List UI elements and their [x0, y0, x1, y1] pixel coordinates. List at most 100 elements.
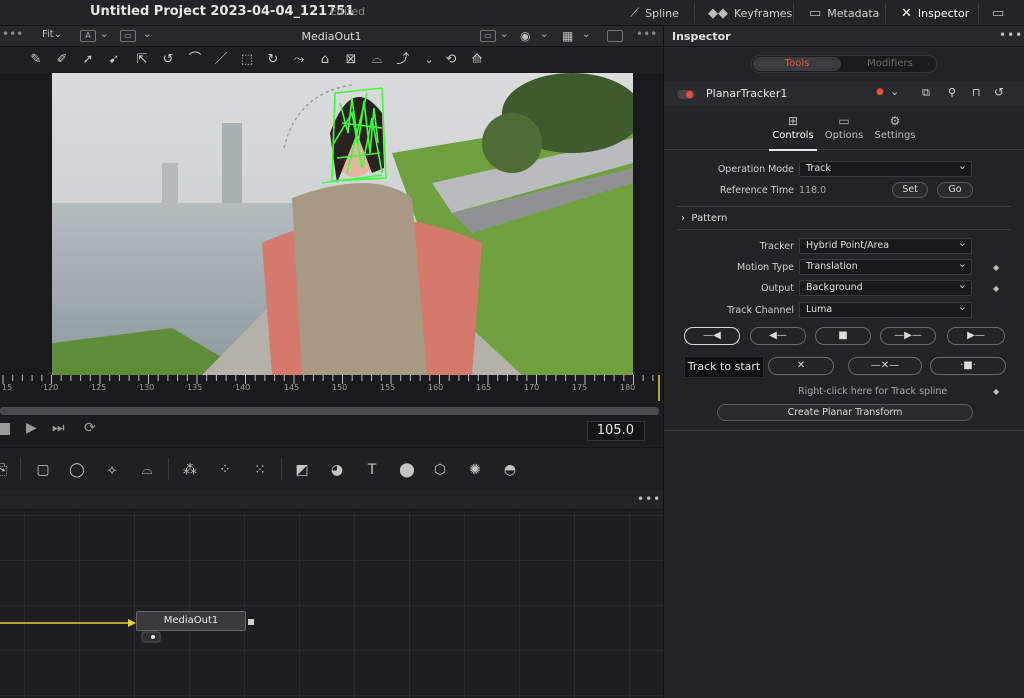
camera3d-icon[interactable]: ⬡	[430, 460, 450, 480]
pattern-section[interactable]: › Pattern	[681, 213, 727, 224]
add-point-icon[interactable]: ✎	[27, 51, 45, 69]
shape-icon[interactable]: ⌓	[368, 51, 386, 69]
delete-forward-button[interactable]: ·■·	[930, 357, 1006, 375]
lock-select-icon[interactable]: ⇱	[133, 51, 151, 69]
fast-forward-icon[interactable]: ⏭	[52, 420, 65, 436]
track-to-start-button[interactable]: —◀	[684, 327, 740, 345]
delete-point-icon[interactable]: ⊠	[342, 51, 360, 69]
track-backward-button[interactable]: ◀—	[750, 327, 806, 345]
particle-merge-icon[interactable]: ⁙	[250, 460, 270, 480]
delete-backward-button[interactable]: —✕—	[848, 357, 922, 375]
transform-icon[interactable]: ⌂	[316, 51, 334, 69]
particle-render-icon[interactable]: ⁘	[215, 460, 235, 480]
stop-tracking-button[interactable]: ■	[815, 327, 871, 345]
modifiers-tab[interactable]: Modifiers	[846, 57, 934, 71]
inspector-options-icon[interactable]: •••	[999, 28, 1023, 42]
versions-icon[interactable]: ⧉	[922, 86, 930, 100]
operation-mode-dropdown[interactable]: Track	[799, 159, 972, 177]
polygon-mask-icon[interactable]: ⟡	[102, 460, 122, 480]
chevron-down-icon[interactable]: ⌄	[420, 51, 438, 69]
timecode-display[interactable]: 105.0	[587, 421, 645, 441]
spline-button[interactable]: ⟋ Spline	[622, 0, 687, 26]
keyframes-button[interactable]: ◆◆ Keyframes	[700, 0, 800, 26]
track-channel-dropdown[interactable]: Luma	[799, 300, 972, 318]
chevron-down-icon[interactable]: ⌄	[890, 85, 899, 98]
bezier-icon[interactable]: ⤳	[290, 51, 308, 69]
node-editor[interactable]: MediaOut1	[0, 511, 663, 698]
chevron-down-icon[interactable]: ⌄	[540, 29, 548, 40]
inspector-button[interactable]: ✕ Inspector	[893, 0, 977, 26]
node-options-icon[interactable]: •••	[637, 492, 661, 506]
monitor-button[interactable]: ▭	[984, 0, 1012, 26]
go-button[interactable]: Go	[937, 182, 973, 198]
mediaout-node[interactable]: MediaOut1	[136, 611, 246, 631]
color-icon[interactable]: ◉	[520, 29, 530, 43]
keyframe-diamond-icon[interactable]: ◆	[993, 263, 999, 272]
set-button[interactable]: Set	[892, 182, 928, 198]
chevron-down-icon[interactable]: ⌄	[582, 29, 590, 40]
rotate-icon[interactable]: ↻	[264, 51, 282, 69]
smooth-icon[interactable]: ⌒	[186, 51, 204, 69]
tab-settings[interactable]: ⚙ Settings	[867, 112, 923, 141]
chevron-down-icon[interactable]: ⌄	[500, 29, 508, 40]
pin-icon[interactable]: ⟰	[468, 51, 486, 69]
inspector-icon: ✕	[901, 5, 912, 21]
metadata-icon: ▭	[809, 5, 822, 21]
track-forward-button[interactable]: —▶—	[880, 327, 936, 345]
keyframe-diamond-icon[interactable]: ◆	[993, 387, 999, 396]
tool-enable-toggle[interactable]	[677, 90, 695, 99]
spline-note[interactable]: Right-click here for Track spline	[798, 386, 947, 397]
viewer-canvas[interactable]	[0, 73, 663, 375]
metadata-label: Metadata	[827, 6, 880, 20]
partial-tool-icon[interactable]: ⎘	[0, 460, 12, 480]
loop-icon[interactable]: ⟳	[84, 420, 96, 436]
ruler-tick-label: 180	[620, 383, 636, 392]
stop-icon[interactable]	[0, 423, 10, 435]
track-to-end-button[interactable]: ▶—	[947, 327, 1005, 345]
tracker-dropdown[interactable]: Hybrid Point/Area	[799, 236, 972, 254]
tools-tab[interactable]: Tools	[753, 57, 841, 71]
close-shape-icon[interactable]: ↺	[159, 51, 177, 69]
delete-track-button[interactable]: ✕	[768, 357, 834, 375]
lock-icon[interactable]: ⊓	[972, 86, 981, 99]
output-dropdown[interactable]: Background	[799, 278, 972, 296]
image-plane-icon[interactable]: ◩	[292, 460, 312, 480]
shape3d-icon[interactable]: ◕	[327, 460, 347, 480]
select-icon[interactable]: ➚	[79, 51, 97, 69]
keyframe-diamond-icon[interactable]: ◆	[993, 284, 999, 293]
motion-type-dropdown[interactable]: Translation	[799, 257, 972, 275]
reduce-icon[interactable]: ⤴	[394, 51, 412, 69]
controls-icon: ⊞	[787, 114, 799, 128]
linear-icon[interactable]: ／	[212, 51, 230, 69]
tab-controls[interactable]: ⊞ Controls	[765, 112, 821, 151]
spotlight-icon[interactable]: ✺	[465, 460, 485, 480]
merge3d-icon[interactable]: ⬤	[397, 460, 417, 480]
time-ruler[interactable]: 15 120 125 130 135 140 145 150 155 160 1…	[0, 375, 663, 401]
ruler-tick-label: 140	[235, 383, 251, 392]
tab-options[interactable]: ▭ Options	[816, 112, 872, 141]
reset-icon[interactable]: ↺	[994, 85, 1004, 99]
particle-emitter-icon[interactable]: ⁂	[180, 460, 200, 480]
play-icon[interactable]: ▶	[26, 420, 37, 436]
bbox-icon[interactable]: ⬚	[238, 51, 256, 69]
rectangle-mask-icon[interactable]: ▢	[33, 460, 53, 480]
reference-time-value[interactable]: 118.0	[799, 185, 826, 196]
metadata-button[interactable]: ▭ Metadata	[801, 0, 887, 26]
pen-icon[interactable]: ✐	[53, 51, 71, 69]
viewer-more-icon[interactable]: •••	[636, 27, 657, 41]
color-dot-icon[interactable]: ●	[876, 87, 884, 97]
pin-icon[interactable]: ⚲	[948, 86, 956, 99]
lut-icon[interactable]: ▭	[480, 30, 496, 42]
grid-icon[interactable]: ▦	[562, 29, 573, 43]
ruler-tick-label: 125	[91, 383, 107, 392]
text3d-icon[interactable]: T	[362, 460, 382, 480]
create-planar-transform-button[interactable]: Create Planar Transform	[717, 404, 973, 421]
ellipse-mask-icon[interactable]: ◯	[67, 460, 87, 480]
renderer3d-icon[interactable]: ◓	[500, 460, 520, 480]
bspline-mask-icon[interactable]: ⌓	[137, 460, 157, 480]
fullscreen-icon[interactable]	[607, 30, 623, 42]
extend-icon[interactable]: ⟲	[442, 51, 460, 69]
select-all-icon[interactable]: ➹	[105, 51, 123, 69]
timeline-scrubber[interactable]	[0, 407, 659, 415]
monitor-icon: ▭	[992, 5, 1005, 21]
